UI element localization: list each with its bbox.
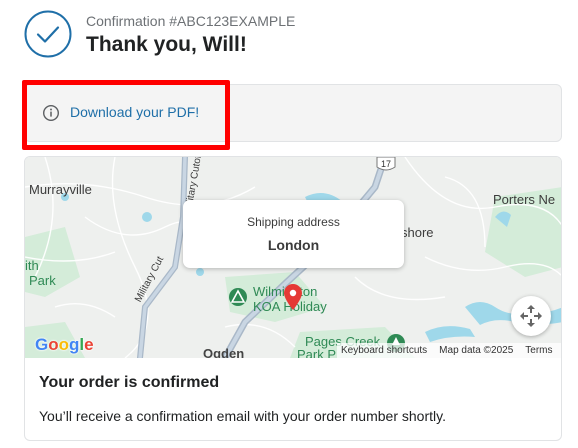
terms-link[interactable]: Terms [525,345,552,356]
fullscreen-button[interactable] [511,296,551,336]
map-label-ogden: Ogden [203,346,245,358]
shipping-city: London [267,237,320,253]
google-logo: Google [35,335,94,354]
shipping-address-callout: Shipping address London [183,200,404,268]
page-title: Thank you, Will! [86,33,247,56]
map-label-park-p: Park P [297,347,337,358]
order-confirmed-message: You’ll receive a confirmation email with… [39,408,446,424]
order-header: Confirmation #ABC123EXAMPLE Thank you, W… [24,10,564,60]
order-status-card: 17 Murrayville Porters Ne ith Park shore… [24,156,562,441]
map-pin-icon[interactable] [282,283,304,311]
fullscreen-icon [520,305,542,327]
map-label-porters: Porters Ne [493,192,556,207]
confirmation-number: Confirmation #ABC123EXAMPLE [86,13,296,29]
map-attribution: Keyboard shortcuts Map data ©2025 Terms [337,343,561,358]
route-17-label: 17 [381,159,391,169]
keyboard-shortcuts-link[interactable]: Keyboard shortcuts [341,345,427,356]
checkmark-circle-icon [24,10,72,58]
order-confirmed-section: Your order is confirmed You’ll receive a… [25,358,561,440]
map-label-shore: shore [401,225,434,240]
map-label-murrayville: Murrayville [29,182,92,197]
order-confirmed-title: Your order is confirmed [39,374,220,391]
callout-label: Shipping address [247,215,340,229]
highlight-box [22,80,230,150]
map-label-ith: ith [25,258,39,273]
map-label-park: Park [29,273,56,288]
map[interactable]: 17 Murrayville Porters Ne ith Park shore… [25,157,561,358]
map-data-text: Map data ©2025 [439,345,514,356]
